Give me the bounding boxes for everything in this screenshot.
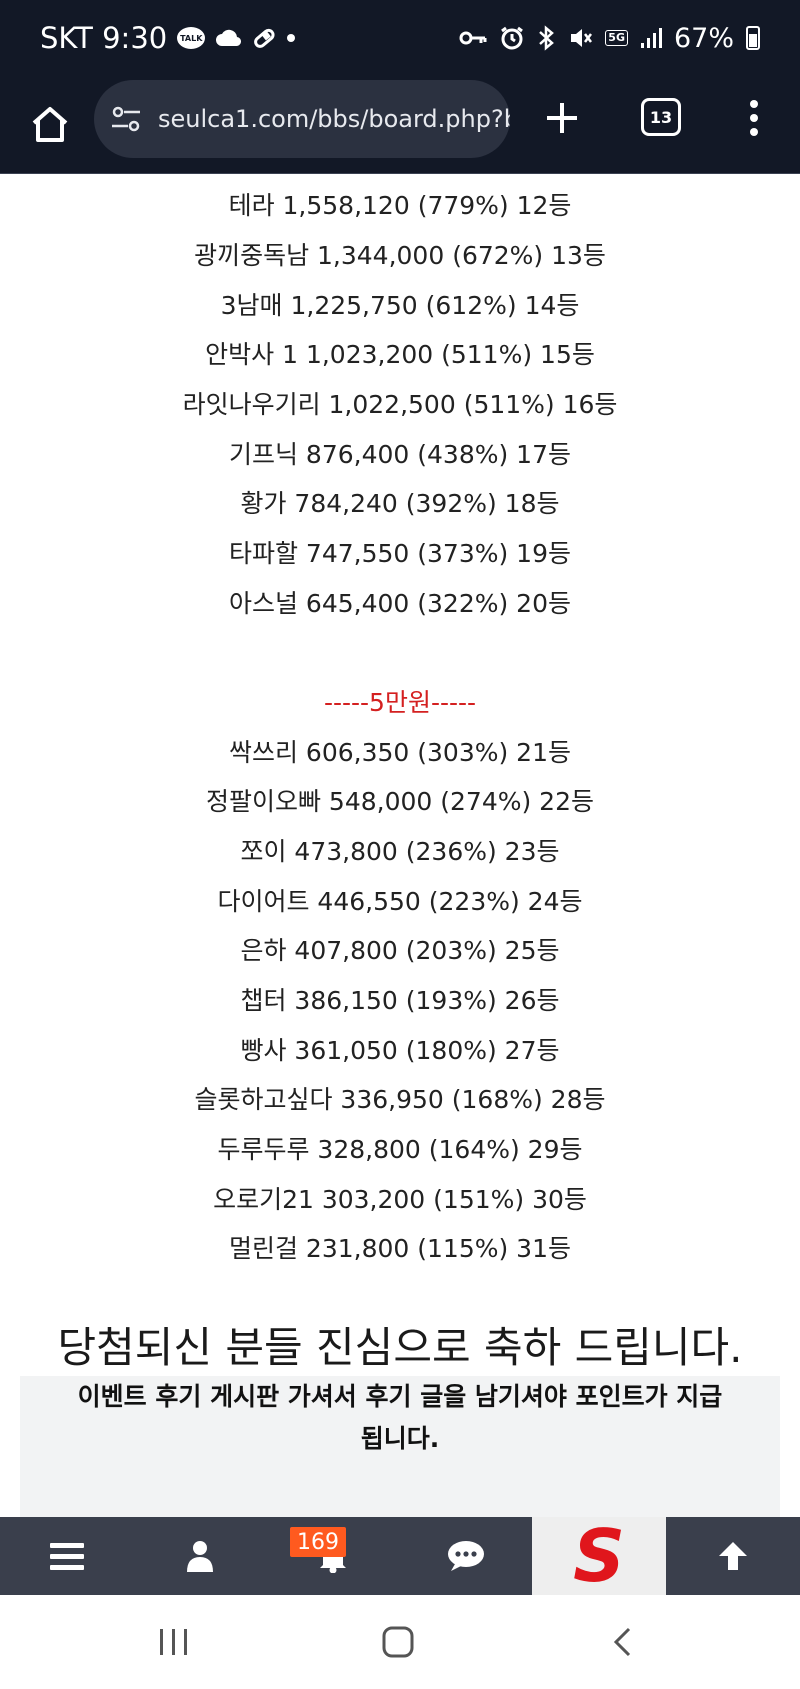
notification-badge: 169 xyxy=(290,1527,346,1557)
browser-toolbar: seulca1.com/bbs/board.php?bo 13 xyxy=(0,76,800,174)
back-chevron-icon xyxy=(613,1627,631,1657)
tab-count: 13 xyxy=(649,107,673,127)
ranking-line: 타파할 747,550 (373%) 19등 xyxy=(228,539,571,568)
key-icon xyxy=(459,29,487,47)
home-button[interactable] xyxy=(24,98,76,150)
plus-icon xyxy=(547,103,577,133)
user-icon xyxy=(186,1541,213,1572)
post-content: 테라 1,558,120 (779%) 12등 광끼중독남 1,344,000 … xyxy=(0,173,800,1517)
recent-apps-icon xyxy=(160,1629,187,1655)
ranking-line: 아스널 645,400 (322%) 20등 xyxy=(228,589,571,618)
ranking-line: 쪼이 473,800 (236%) 23등 xyxy=(240,837,560,866)
ranking-line: 오로기21 303,200 (151%) 30등 xyxy=(213,1185,587,1214)
new-tab-button[interactable] xyxy=(540,96,584,140)
battery-icon xyxy=(746,26,760,50)
address-bar[interactable]: seulca1.com/bbs/board.php?bo xyxy=(94,80,510,158)
status-right: 5G 67% xyxy=(459,20,760,56)
notice-line-1: 이벤트 후기 게시판 가셔서 후기 글을 남기셔야 포인트가 지급 xyxy=(77,1382,723,1411)
ranking-line: 3남매 1,225,750 (612%) 14등 xyxy=(220,291,580,320)
more-vertical-icon xyxy=(750,100,758,136)
url-text[interactable]: seulca1.com/bbs/board.php?bo xyxy=(158,105,510,133)
carrier-time: SKT 9:30 xyxy=(40,21,168,55)
5g-icon: 5G xyxy=(605,30,628,46)
status-bar: SKT 9:30 TALK 5G 67% xyxy=(0,0,800,76)
dot-icon xyxy=(287,34,296,42)
hamburger-menu-icon xyxy=(49,1543,84,1570)
chat-icon xyxy=(447,1541,484,1571)
mute-icon xyxy=(567,25,593,51)
ranking-line: 싹쓰리 606,350 (303%) 21등 xyxy=(228,738,571,767)
ranking-line: 광끼중독남 1,344,000 (672%) 13등 xyxy=(194,241,606,270)
more-menu-button[interactable] xyxy=(738,94,770,142)
tier-divider: -----5만원----- xyxy=(323,688,477,717)
profile-button[interactable] xyxy=(133,1517,266,1595)
ranking-line: 안박사 1 1,023,200 (511%) 15등 xyxy=(205,340,595,369)
recent-apps-button[interactable] xyxy=(144,1617,204,1667)
signal-icon xyxy=(640,27,662,49)
bluetooth-icon xyxy=(537,25,555,51)
site-logo-s-icon: S xyxy=(573,1521,625,1591)
ranking-line: 황가 784,240 (392%) 18등 xyxy=(240,489,560,518)
congrats-heading: 당첨되신 분들 진심으로 축하 드립니다. xyxy=(57,1323,743,1372)
ranking-line: 은하 407,800 (203%) 25등 xyxy=(240,936,560,965)
pill-icon xyxy=(251,25,277,51)
android-navigation-bar xyxy=(0,1595,800,1689)
ranking-line: 테라 1,558,120 (779%) 12등 xyxy=(228,191,572,220)
ranking-line: 슬롯하고싶다 336,950 (168%) 28등 xyxy=(194,1085,606,1114)
home-square-icon xyxy=(382,1626,414,1658)
logo-letter: S xyxy=(573,1521,625,1591)
back-button[interactable] xyxy=(592,1617,652,1667)
cloud-icon xyxy=(215,29,242,47)
arrow-up-icon xyxy=(718,1542,747,1570)
notice-box: 이벤트 후기 게시판 가셔서 후기 글을 남기셔야 포인트가 지급 됩니다. xyxy=(20,1376,780,1517)
ranking-line: 라잇나우기리 1,022,500 (511%) 16등 xyxy=(182,390,618,419)
network-label: 5G xyxy=(605,30,628,46)
notice-text: 이벤트 후기 게시판 가셔서 후기 글을 남기셔야 포인트가 지급 됩니다. xyxy=(20,1376,780,1460)
site-bottom-nav: S 169 xyxy=(0,1517,800,1595)
notice-line-2: 됩니다. xyxy=(360,1424,440,1453)
battery-percent: 67% xyxy=(673,22,734,54)
ranking-line: 챕터 386,150 (193%) 26등 xyxy=(240,986,560,1015)
android-home-button[interactable] xyxy=(368,1617,428,1667)
ranking-line: 두루두루 328,800 (164%) 29등 xyxy=(217,1135,583,1164)
menu-button[interactable] xyxy=(0,1517,133,1595)
scroll-top-button[interactable] xyxy=(666,1517,799,1595)
ranking-line: 다이어트 446,550 (223%) 24등 xyxy=(217,887,583,916)
tab-switcher-button[interactable]: 13 xyxy=(641,98,681,136)
ranking-line: 정팔이오빠 548,000 (274%) 22등 xyxy=(205,787,594,816)
ranking-line: 기프닉 876,400 (438%) 17등 xyxy=(228,440,571,469)
ranking-line: 빵사 361,050 (180%) 27등 xyxy=(240,1036,560,1065)
home-icon xyxy=(32,107,68,142)
talk-icon: TALK xyxy=(177,27,206,49)
alarm-icon xyxy=(499,25,525,51)
status-left: SKT 9:30 TALK xyxy=(40,20,296,56)
chat-button[interactable] xyxy=(399,1517,532,1595)
site-logo-button[interactable]: S xyxy=(532,1517,666,1595)
talk-label: TALK xyxy=(177,27,206,49)
ranking-line: 멀린걸 231,800 (115%) 31등 xyxy=(228,1234,571,1263)
site-settings-icon[interactable] xyxy=(110,103,142,135)
